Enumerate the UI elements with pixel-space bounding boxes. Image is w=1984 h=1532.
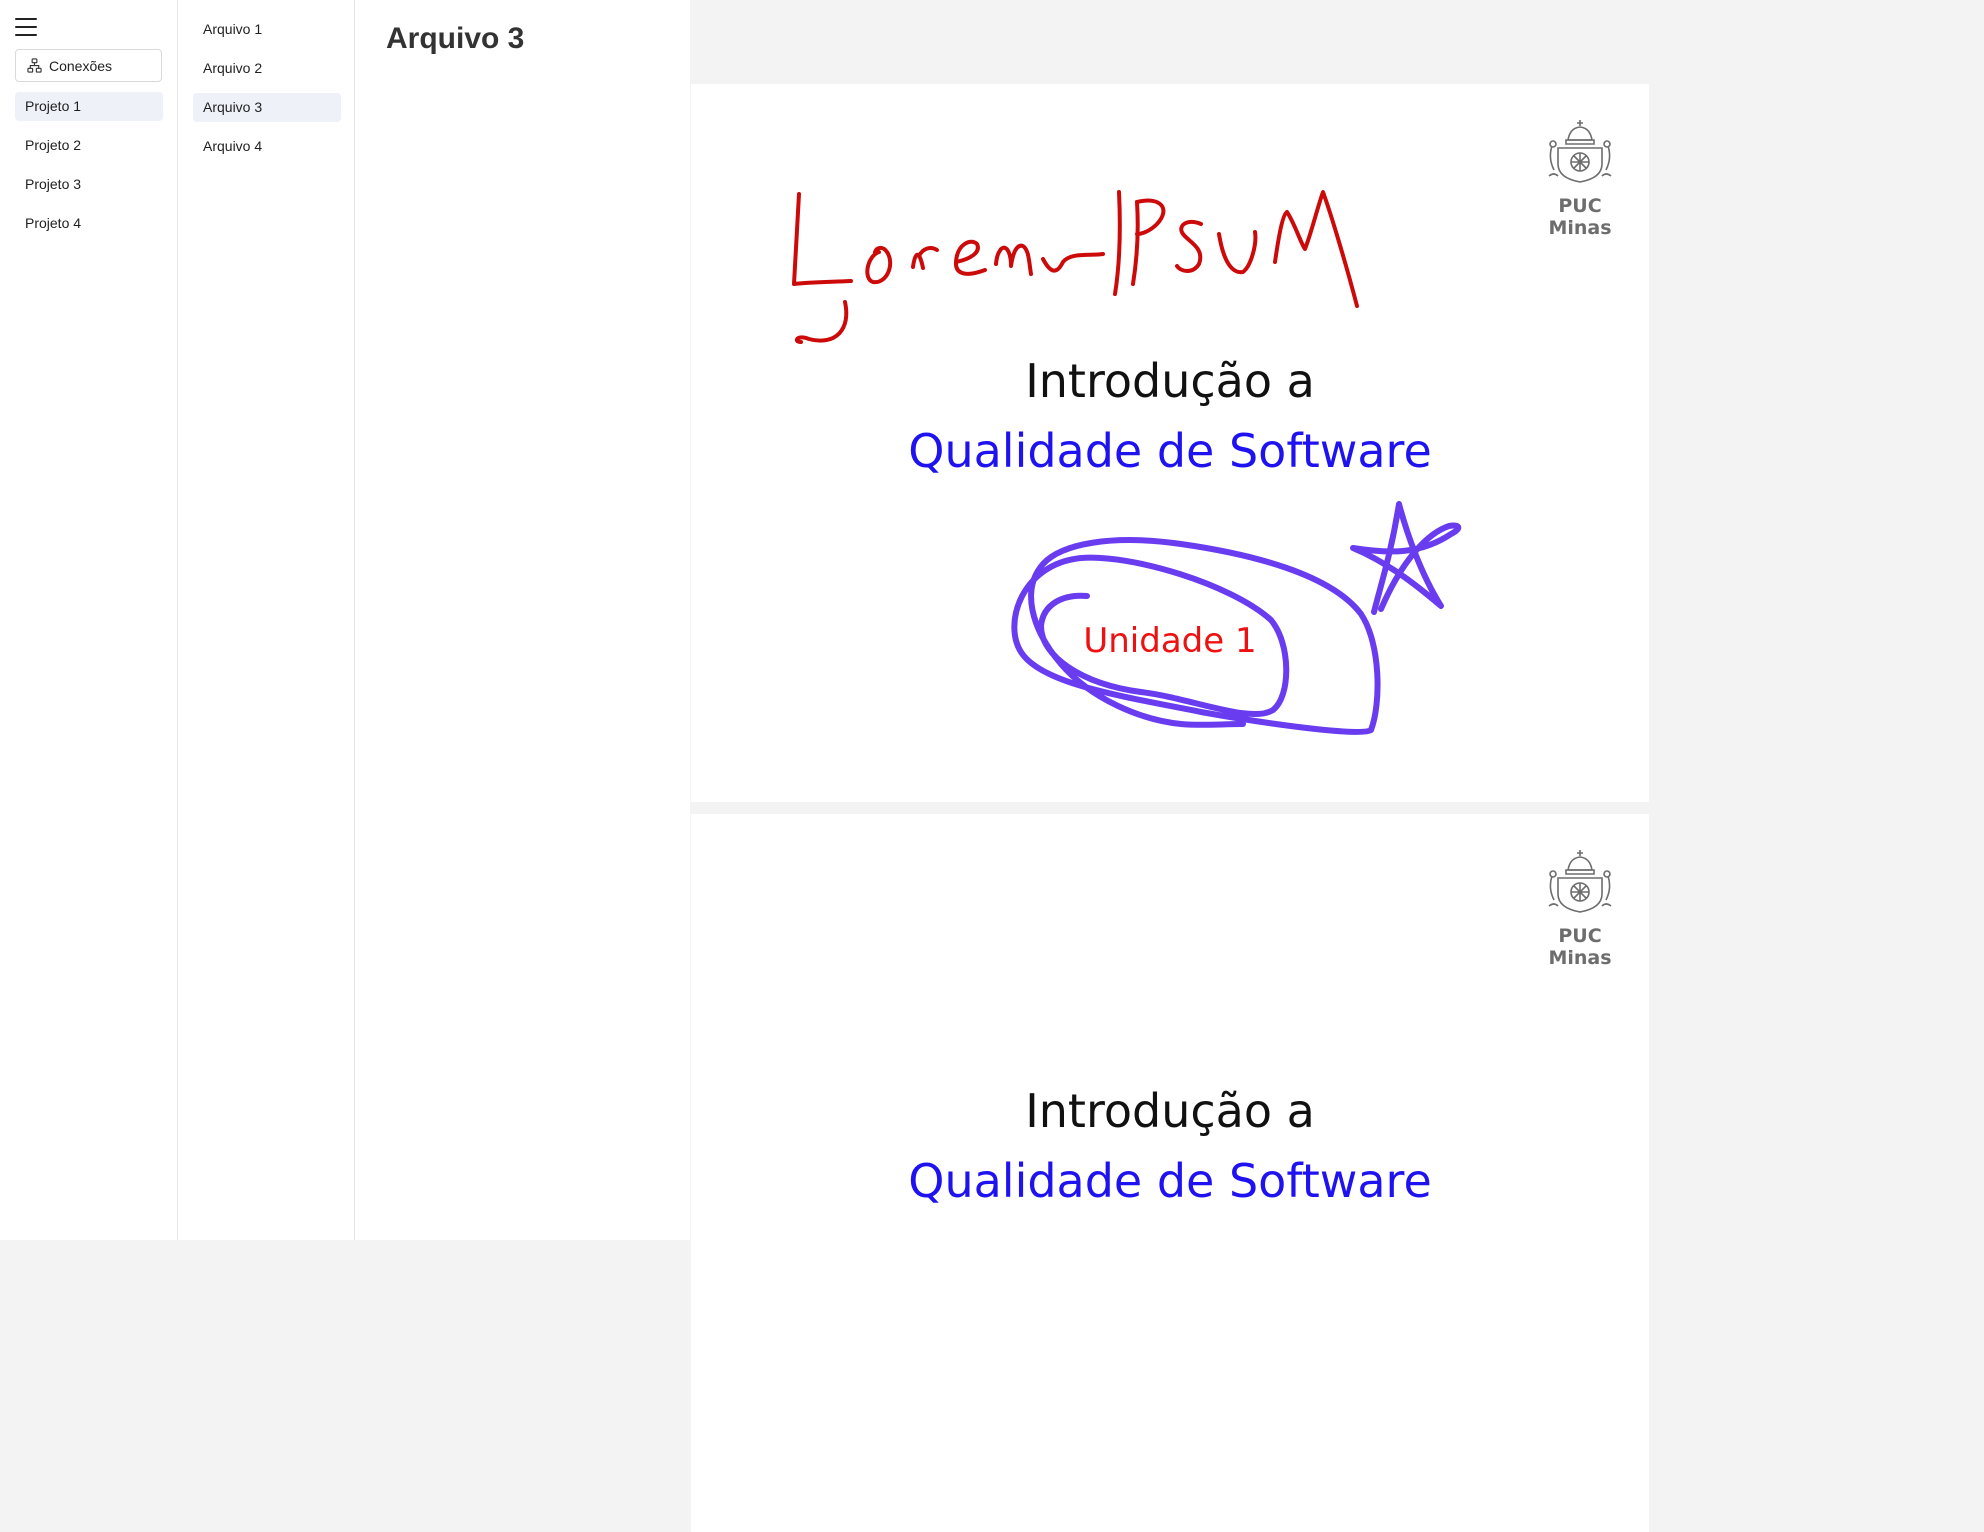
document-header-area: Arquivo 3 <box>355 0 690 1240</box>
connections-button[interactable]: Conexões <box>15 49 162 82</box>
page-title: Arquivo 3 <box>386 22 525 55</box>
logo-text: PUC Minas <box>1548 925 1612 969</box>
connections-label: Conexões <box>49 57 113 74</box>
slide-page-2[interactable]: PUC Minas Introdução a Qualidade de Soft… <box>691 814 1649 1532</box>
project-item-3[interactable]: Projeto 3 <box>15 170 163 199</box>
puc-minas-logo: PUC Minas <box>1525 118 1635 239</box>
slide-title: Introdução a <box>1025 1084 1315 1138</box>
file-list: Arquivo 1 Arquivo 2 Arquivo 3 Arquivo 4 <box>193 15 341 171</box>
puc-minas-logo: PUC Minas <box>1525 848 1635 969</box>
slide-subtitle: Qualidade de Software <box>908 424 1432 478</box>
puc-minas-crest-icon <box>1548 850 1612 913</box>
file-item-1[interactable]: Arquivo 1 <box>193 15 341 44</box>
purple-star-annotation <box>1350 501 1462 615</box>
project-item-4[interactable]: Projeto 4 <box>15 209 163 238</box>
menu-icon[interactable] <box>14 16 38 38</box>
connections-icon <box>27 58 42 73</box>
puc-minas-crest-icon <box>1548 120 1612 183</box>
logo-text: PUC Minas <box>1548 195 1612 239</box>
red-handwriting-annotation <box>792 190 1359 344</box>
project-list: Projeto 1 Projeto 2 Projeto 3 Projeto 4 <box>15 92 163 248</box>
project-item-1[interactable]: Projeto 1 <box>15 92 163 121</box>
project-item-2[interactable]: Projeto 2 <box>15 131 163 160</box>
file-item-2[interactable]: Arquivo 2 <box>193 54 341 83</box>
slide-title: Introdução a <box>1025 354 1315 408</box>
slide-unit-label: Unidade 1 <box>1083 621 1257 661</box>
project-sidebar: Conexões Projeto 1 Projeto 2 Projeto 3 P… <box>0 0 178 1240</box>
file-sidebar: Arquivo 1 Arquivo 2 Arquivo 3 Arquivo 4 <box>178 0 355 1240</box>
file-item-4[interactable]: Arquivo 4 <box>193 132 341 161</box>
document-viewer: Arquivo 3 PUC Minas Introdução a Qualida… <box>355 0 1984 1532</box>
slide-subtitle: Qualidade de Software <box>908 1154 1432 1208</box>
file-item-3[interactable]: Arquivo 3 <box>193 93 341 122</box>
slide-page-1[interactable]: PUC Minas Introdução a Qualidade de Soft… <box>691 84 1649 802</box>
